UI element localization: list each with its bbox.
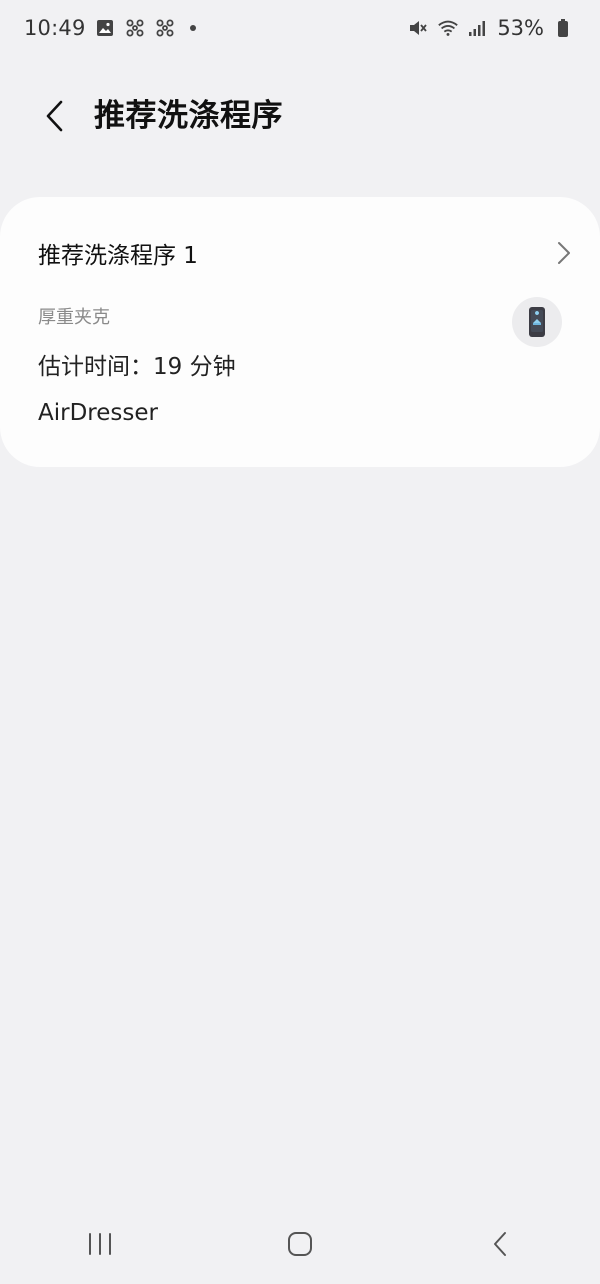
card-title: 推荐洗涤程序 1: [38, 243, 198, 269]
signal-icon: [467, 17, 489, 39]
fan-icon: [154, 17, 176, 39]
status-left: 10:49: [24, 16, 196, 40]
back-nav-button[interactable]: [460, 1214, 540, 1274]
battery-text: 53%: [497, 16, 544, 40]
chevron-right-icon: [554, 241, 574, 265]
device-name: AirDresser: [38, 400, 158, 426]
status-bar: 10:49 53%: [0, 0, 600, 56]
page-title: 推荐洗涤程序: [94, 98, 283, 134]
estimated-time: 估计时间：19 分钟: [38, 354, 236, 380]
recents-button[interactable]: [60, 1214, 140, 1274]
navigation-bar: [0, 1204, 600, 1284]
recents-icon: [89, 1233, 111, 1255]
card-subtitle: 厚重夹克: [38, 307, 110, 328]
airdresser-device-icon: [529, 307, 545, 337]
wifi-icon: [437, 17, 459, 39]
card-title-row[interactable]: 推荐洗涤程序 1: [38, 227, 574, 279]
fan-icon: [124, 17, 146, 39]
back-icon: [494, 1232, 506, 1256]
home-icon: [288, 1232, 312, 1256]
header: 推荐洗涤程序: [0, 84, 600, 148]
mute-icon: [407, 17, 429, 39]
gallery-icon: [94, 17, 116, 39]
back-button[interactable]: [28, 90, 80, 142]
battery-icon: [552, 17, 574, 39]
device-icon-badge: [512, 297, 562, 347]
home-button[interactable]: [260, 1214, 340, 1274]
notification-dot-icon: [189, 25, 196, 31]
recommended-program-card[interactable]: 推荐洗涤程序 1 厚重夹克 估计时间：19 分钟 AirDresser: [0, 197, 600, 467]
status-time: 10:49: [24, 16, 86, 40]
status-right: 53%: [407, 16, 574, 40]
chevron-left-icon: [46, 100, 63, 132]
